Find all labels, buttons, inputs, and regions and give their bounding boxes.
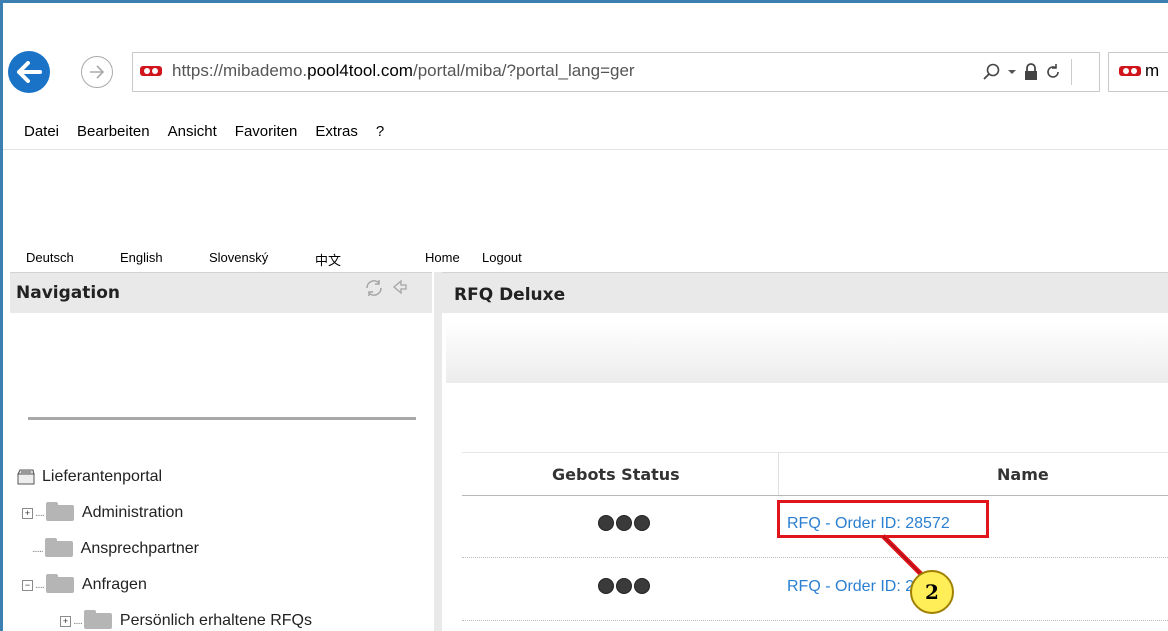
tree-connector: ..... bbox=[73, 615, 83, 627]
content-panel: RFQ Deluxe Gebots Status Name RFQ - Orde… bbox=[442, 272, 1168, 631]
table-header: Gebots Status Name bbox=[462, 452, 1168, 496]
annotation-highlight-box bbox=[777, 500, 989, 538]
column-header-name[interactable]: Name bbox=[997, 465, 1049, 484]
column-divider bbox=[778, 453, 779, 495]
tree-label-ansprechpartner: Ansprechpartner bbox=[80, 540, 199, 557]
navigation-panel: Navigation Lieferantenportal + ..... Adm… bbox=[10, 272, 432, 631]
expand-icon[interactable]: + bbox=[22, 507, 33, 519]
tab-favicon-icon bbox=[1119, 66, 1141, 76]
site-favicon-icon bbox=[140, 66, 162, 76]
tree-item-administration[interactable]: + ..... Administration bbox=[22, 502, 184, 522]
folder-icon bbox=[45, 574, 74, 593]
menu-item-extras[interactable]: Extras bbox=[315, 123, 358, 140]
dropdown-caret-icon[interactable] bbox=[1007, 67, 1017, 77]
window-frame-left bbox=[0, 0, 3, 631]
lang-link-chinese[interactable]: 中文 bbox=[315, 250, 341, 269]
menu-item-bearbeiten[interactable]: Bearbeiten bbox=[77, 123, 150, 140]
folder-icon bbox=[44, 538, 73, 557]
search-icon[interactable] bbox=[983, 63, 1001, 81]
menu-item-datei[interactable]: Datei bbox=[24, 123, 59, 140]
tree-label-persoenlich-erhaltene-rfqs: Persönlich erhaltene RFQs bbox=[119, 612, 312, 629]
folder-icon bbox=[83, 610, 112, 629]
tab-title[interactable]: m bbox=[1145, 61, 1159, 81]
logout-link[interactable]: Logout bbox=[482, 250, 522, 265]
navigation-tools bbox=[364, 279, 408, 297]
tree-item-lieferantenportal[interactable]: Lieferantenportal bbox=[16, 468, 162, 486]
column-header-gebots-status[interactable]: Gebots Status bbox=[552, 465, 680, 484]
window-frame-top bbox=[0, 0, 1168, 3]
lang-link-slovensky[interactable]: Slovenský bbox=[209, 250, 268, 265]
tree-label-administration: Administration bbox=[81, 504, 184, 521]
menu-item-ansicht[interactable]: Ansicht bbox=[168, 123, 217, 140]
collapse-left-icon[interactable] bbox=[392, 279, 408, 295]
bid-status-indicator bbox=[598, 515, 650, 531]
arrow-left-icon bbox=[17, 61, 42, 83]
navigation-title: Navigation bbox=[16, 283, 120, 303]
arrow-right-icon bbox=[90, 65, 105, 79]
tree-connector: ..... bbox=[35, 507, 45, 519]
portal-top-links: Deutsch English Slovenský 中文 Home Logout bbox=[3, 248, 1168, 268]
lang-link-deutsch[interactable]: Deutsch bbox=[26, 250, 74, 265]
menu-bar: Datei Bearbeiten Ansicht Favoriten Extra… bbox=[3, 113, 1168, 150]
menu-item-favoriten[interactable]: Favoriten bbox=[235, 123, 298, 140]
tree-item-persoenlich-erhaltene-rfqs[interactable]: + ..... Persönlich erhaltene RFQs bbox=[60, 610, 312, 630]
tree-label-anfragen: Anfragen bbox=[81, 576, 147, 593]
toolbar-divider bbox=[1071, 59, 1072, 85]
file-cabinet-icon bbox=[17, 469, 35, 485]
navigation-header: Navigation bbox=[10, 272, 432, 313]
table-row[interactable]: RFQ - Order ID: 28571 bbox=[462, 558, 1168, 621]
panel-splitter[interactable] bbox=[434, 272, 442, 631]
home-link[interactable]: Home bbox=[425, 250, 460, 265]
lang-link-english[interactable]: English bbox=[120, 250, 163, 265]
content-header: RFQ Deluxe bbox=[442, 272, 1168, 313]
tree-item-ansprechpartner[interactable]: ...... Ansprechpartner bbox=[22, 538, 199, 558]
tree-item-anfragen[interactable]: − ..... Anfragen bbox=[22, 574, 147, 594]
forward-button[interactable] bbox=[81, 56, 113, 88]
content-toolbar-band bbox=[446, 321, 1168, 383]
menu-item-help[interactable]: ? bbox=[376, 123, 384, 140]
content-title: RFQ Deluxe bbox=[454, 285, 566, 305]
lock-icon[interactable] bbox=[1023, 63, 1039, 81]
tree-connector: ...... bbox=[32, 543, 44, 555]
annotation-step-badge: 2 bbox=[910, 570, 954, 614]
bid-status-indicator bbox=[598, 578, 650, 594]
navigation-separator bbox=[28, 417, 416, 420]
address-tools bbox=[983, 59, 1093, 85]
tree-label-lieferantenportal: Lieferantenportal bbox=[42, 468, 163, 485]
tree-connector: ..... bbox=[35, 579, 45, 591]
collapse-icon[interactable]: − bbox=[22, 579, 33, 591]
url-text[interactable]: https://mibademo.pool4tool.com/portal/mi… bbox=[172, 61, 635, 81]
expand-icon[interactable]: + bbox=[60, 615, 71, 627]
folder-icon bbox=[45, 502, 74, 521]
sync-icon[interactable] bbox=[364, 279, 384, 297]
refresh-icon[interactable] bbox=[1045, 63, 1061, 81]
back-button[interactable] bbox=[8, 51, 50, 93]
